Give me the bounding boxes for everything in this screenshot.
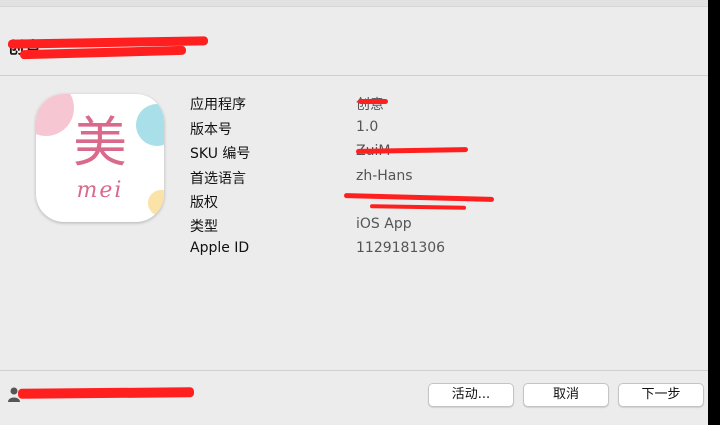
info-label: 应用程序 [190, 97, 246, 113]
info-label: 版本号 [190, 122, 232, 138]
info-value: 1.0 [356, 119, 379, 135]
info-row-sku: SKU 编号 ZuiM [190, 143, 670, 165]
info-label: Apple ID [190, 240, 250, 256]
redaction-mark [358, 99, 388, 104]
window-top-edge [0, 0, 708, 7]
info-label: SKU 编号 [190, 146, 251, 162]
footer-divider [0, 370, 708, 371]
info-value: 创意 [356, 97, 384, 113]
info-label: 首选语言 [190, 171, 246, 187]
info-row-version: 版本号 1.0 [190, 119, 670, 141]
info-value: zh-Hans [356, 168, 413, 184]
header-divider [0, 75, 708, 76]
info-label: 类型 [190, 219, 218, 235]
cancel-button[interactable]: 取消 [523, 383, 609, 407]
info-row-language: 首选语言 zh-Hans [190, 168, 670, 190]
activity-button[interactable]: 活动... [428, 383, 514, 407]
info-row-type: 类型 iOS App [190, 216, 670, 238]
info-label: 版权 [190, 195, 218, 211]
app-icon: 美 mei [36, 94, 164, 222]
app-icon-glyph: 美 [73, 111, 127, 174]
info-row-app: 应用程序 创意 [190, 94, 670, 116]
info-value: iOS App [356, 216, 412, 232]
redaction-mark [17, 387, 195, 399]
info-value: 1129181306 [356, 240, 446, 256]
distribution-window: 创意 美 mei 应用程序 创意 版本号 1.0 SKU 编号 ZuiM 首选语… [0, 0, 708, 425]
next-button[interactable]: 下一步 [618, 383, 704, 407]
info-row-apple-id: Apple ID 1129181306 [190, 240, 670, 262]
app-icon-word: mei [76, 178, 124, 203]
